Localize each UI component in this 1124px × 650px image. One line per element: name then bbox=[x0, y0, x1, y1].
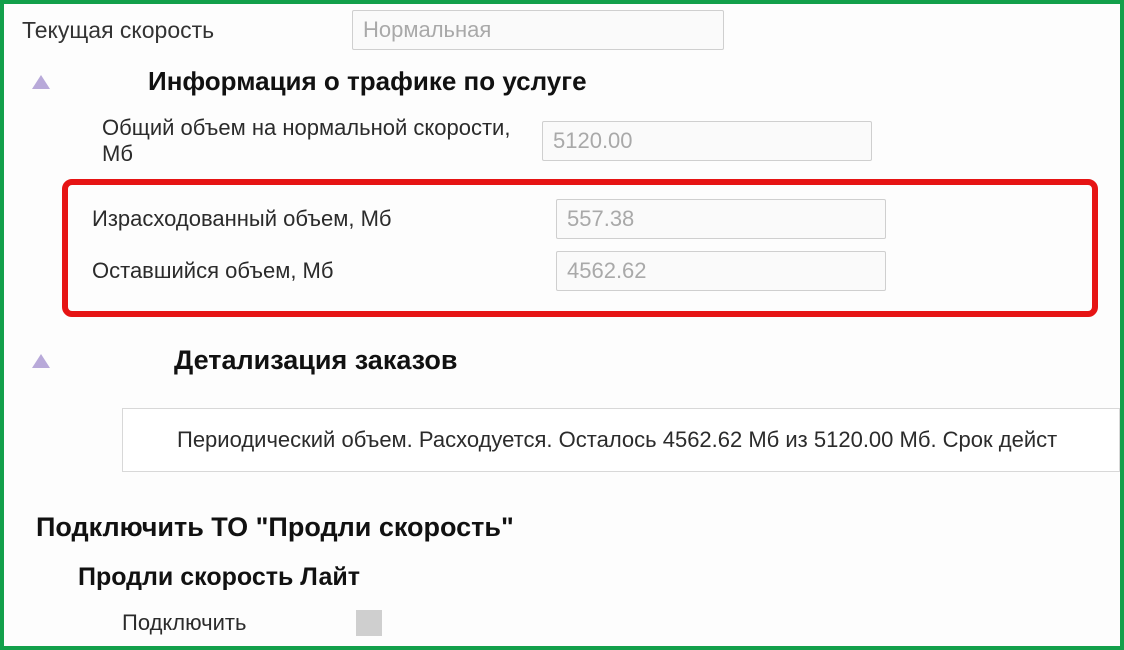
traffic-section-title: Информация о трафике по услуге bbox=[148, 66, 587, 97]
row-used-volume: Израсходованный объем, Мб 557.38 bbox=[92, 199, 1068, 239]
plan-title: Продли скорость Лайт bbox=[78, 563, 1120, 592]
orders-section-header[interactable]: Детализация заказов bbox=[32, 345, 1120, 376]
remaining-volume-value: 4562.62 bbox=[556, 251, 886, 291]
current-speed-label: Текущая скорость bbox=[22, 17, 352, 44]
row-remaining-volume: Оставшийся объем, Мб 4562.62 bbox=[92, 251, 1068, 291]
total-volume-value: 5120.00 bbox=[542, 121, 872, 161]
settings-panel: Текущая скорость Нормальная Информация о… bbox=[0, 0, 1124, 650]
used-volume-value: 557.38 bbox=[556, 199, 886, 239]
row-current-speed: Текущая скорость Нормальная bbox=[22, 10, 1120, 50]
traffic-section-header[interactable]: Информация о трафике по услуге bbox=[32, 66, 1120, 97]
total-volume-label: Общий объем на нормальной скорости, Мб bbox=[102, 115, 542, 167]
enable-checkbox[interactable] bbox=[356, 610, 382, 636]
orders-section-title: Детализация заказов bbox=[174, 345, 458, 376]
plan-fields: Подключить Включенный объем, Мб 1024 bbox=[22, 610, 1120, 650]
connect-section-title: Подключить ТО "Продли скорость" bbox=[36, 512, 1120, 543]
enable-label: Подключить bbox=[122, 610, 356, 636]
highlight-box: Израсходованный объем, Мб 557.38 Оставши… bbox=[62, 179, 1098, 317]
collapse-icon bbox=[32, 75, 50, 89]
current-speed-value: Нормальная bbox=[352, 10, 724, 50]
collapse-icon bbox=[32, 354, 50, 368]
row-enable: Подключить bbox=[122, 610, 1120, 636]
used-volume-label: Израсходованный объем, Мб bbox=[92, 206, 556, 232]
remaining-volume-label: Оставшийся объем, Мб bbox=[92, 258, 556, 284]
orders-detail-text: Периодический объем. Расходуется. Остало… bbox=[177, 427, 1057, 452]
orders-detail-row[interactable]: Периодический объем. Расходуется. Остало… bbox=[122, 408, 1120, 472]
row-total-volume: Общий объем на нормальной скорости, Мб 5… bbox=[102, 115, 1120, 167]
